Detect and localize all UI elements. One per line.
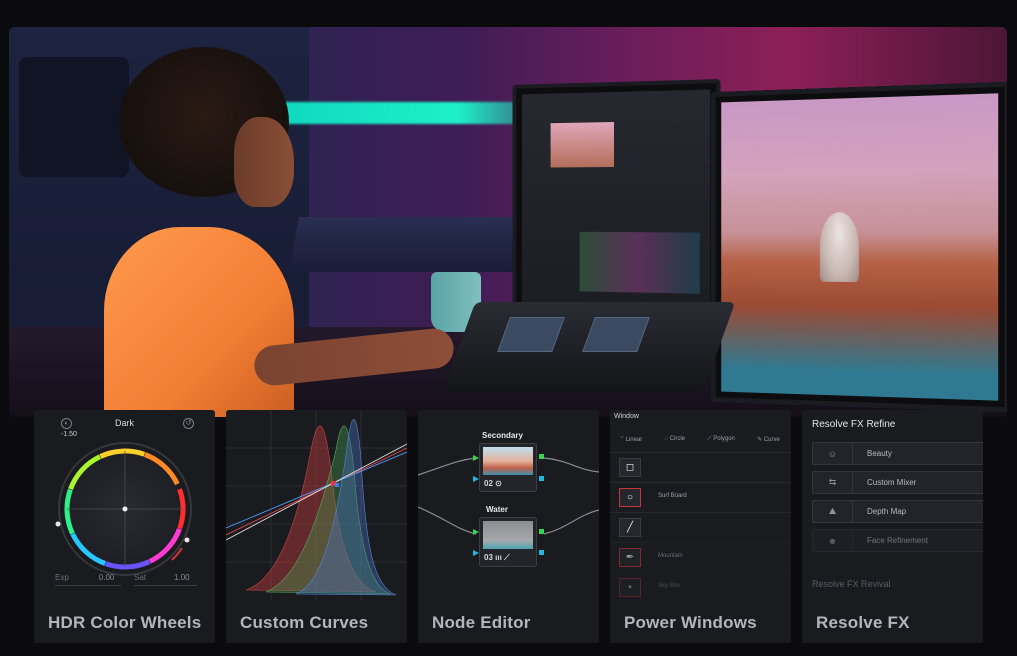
hero-photo	[9, 27, 1007, 417]
reset-icon[interactable]: ↺	[183, 418, 194, 429]
monitor-viewer	[550, 122, 614, 168]
card-custom-curves[interactable]: Custom Curves	[226, 410, 407, 643]
resolve-fx-revival[interactable]: Resolve FX Revival	[812, 579, 891, 589]
card-label: Resolve FX	[816, 613, 910, 632]
node-thumbnail	[483, 447, 533, 475]
hero-side-table	[289, 217, 549, 272]
exp-label: Exp	[55, 573, 69, 582]
node-thumbnail	[483, 521, 533, 549]
gradient-icon: ▪	[619, 578, 641, 597]
hero-colorist	[104, 47, 456, 417]
window-row-label: Mountain	[658, 553, 683, 559]
card-label: Custom Curves	[240, 613, 369, 632]
colorist-face	[234, 117, 294, 207]
node-secondary-title: Secondary	[482, 431, 523, 440]
circle-icon: ○	[619, 488, 641, 507]
output-port-blue[interactable]	[539, 476, 544, 481]
exp-control[interactable]: Exp 0.00	[55, 573, 114, 582]
fx-item-depth-map[interactable]: ⛰ Depth Map	[812, 500, 983, 523]
window-row-label: Sky Blur	[658, 583, 681, 589]
color-wheel[interactable]	[54, 438, 196, 580]
resolve-fx-header: Resolve FX Refine	[812, 419, 896, 430]
exp-value: 0.00	[98, 573, 115, 582]
colorist-shirt	[104, 227, 294, 417]
monitor-dome	[819, 211, 859, 283]
window-toolbar: ⌜ Linear ◌ Circle ⟋ Polygon ✎ Curve	[610, 430, 791, 448]
fx-item-label: Custom Mixer	[867, 478, 917, 487]
square-icon: ◻	[619, 458, 641, 477]
card-label: Node Editor	[432, 613, 531, 632]
input-port-green[interactable]	[473, 529, 479, 535]
output-port-green[interactable]	[539, 529, 544, 534]
eyedropper-icon: ⟋	[504, 553, 510, 562]
node-icon: ⊙	[495, 479, 502, 488]
window-row-circle[interactable]: ○ Surf Board	[610, 482, 791, 511]
panel-screen	[582, 317, 650, 352]
face-refinement-icon: ☻	[813, 530, 853, 551]
fx-item-face-refinement[interactable]: ☻ Face Refinement	[812, 529, 983, 552]
hero-control-panel	[442, 302, 736, 392]
window-row-square[interactable]: ◻	[610, 452, 791, 481]
input-port-blue[interactable]	[473, 476, 479, 482]
sat-slider-track[interactable]	[134, 585, 197, 586]
window-panel-header: Window	[614, 413, 639, 420]
card-label: Power Windows	[624, 613, 757, 632]
window-row-label: Surf Board	[658, 493, 687, 499]
node-secondary-id: 02 ⊙	[484, 479, 502, 488]
fx-item-label: Face Refinement	[867, 536, 928, 545]
hero-monitor-left	[512, 79, 721, 325]
node-secondary[interactable]: 02 ⊙	[479, 443, 537, 492]
fx-item-label: Depth Map	[867, 507, 907, 516]
input-port-green[interactable]	[473, 455, 479, 461]
panel-screen	[497, 317, 565, 352]
tool-polygon[interactable]: ⟋ Polygon	[707, 436, 735, 443]
bars-icon: ııı	[495, 553, 502, 562]
window-row-linear[interactable]: ╱	[610, 512, 791, 541]
pen-icon: ✒	[619, 548, 641, 567]
tool-circle[interactable]: ◌ Circle	[665, 436, 686, 442]
node-water-title: Water	[486, 505, 508, 514]
line-icon: ╱	[619, 518, 641, 537]
card-power-windows[interactable]: Window ⌜ Linear ◌ Circle ⟋ Polygon ✎ Cur…	[610, 410, 791, 643]
monitor-scopes	[579, 231, 700, 294]
fx-item-label: Beauty	[867, 449, 892, 458]
node-water[interactable]: 03 ııı ⟋	[479, 517, 537, 567]
monitor-venice-image	[721, 93, 999, 401]
mixer-icon: ⇆	[813, 472, 853, 493]
exp-slider-track[interactable]	[55, 585, 121, 586]
tool-curve[interactable]: ✎ Curve	[757, 436, 780, 443]
monitor-ui	[521, 89, 711, 315]
input-port-blue[interactable]	[473, 550, 479, 556]
tool-linear[interactable]: ⌜ Linear	[621, 436, 642, 443]
fx-item-custom-mixer[interactable]: ⇆ Custom Mixer	[812, 471, 983, 494]
card-resolve-fx[interactable]: Resolve FX Refine ☺ Beauty ⇆ Custom Mixe…	[802, 410, 983, 643]
sat-label: Sat	[134, 573, 147, 582]
beauty-icon: ☺	[813, 443, 853, 464]
window-row-gradient[interactable]: ▪ Sky Blur	[610, 572, 791, 601]
sat-control[interactable]: Sat 1.00	[134, 573, 190, 582]
page: ◐ Dark ↺ -1.50 Exp 0.00 Sat 1.00 HDR Col…	[0, 0, 1017, 656]
node-water-id: 03 ııı ⟋	[484, 553, 510, 562]
wheel-value: -1.50	[61, 431, 77, 438]
card-hdr-color-wheels[interactable]: ◐ Dark ↺ -1.50 Exp 0.00 Sat 1.00 HDR Col…	[34, 410, 215, 643]
output-port-green[interactable]	[539, 454, 544, 459]
output-port-blue[interactable]	[539, 550, 544, 555]
hero-monitor-right	[711, 81, 1007, 413]
depth-map-icon: ⛰	[813, 501, 853, 522]
card-label: HDR Color Wheels	[48, 613, 202, 632]
fx-item-beauty[interactable]: ☺ Beauty	[812, 442, 983, 465]
curves-graph[interactable]	[226, 410, 407, 600]
sat-value: 1.00	[174, 573, 190, 582]
card-node-editor[interactable]: Secondary 02 ⊙ Water 03 ııı ⟋ Node Edito…	[418, 410, 599, 643]
window-row-polygon[interactable]: ✒ Mountain	[610, 542, 791, 571]
